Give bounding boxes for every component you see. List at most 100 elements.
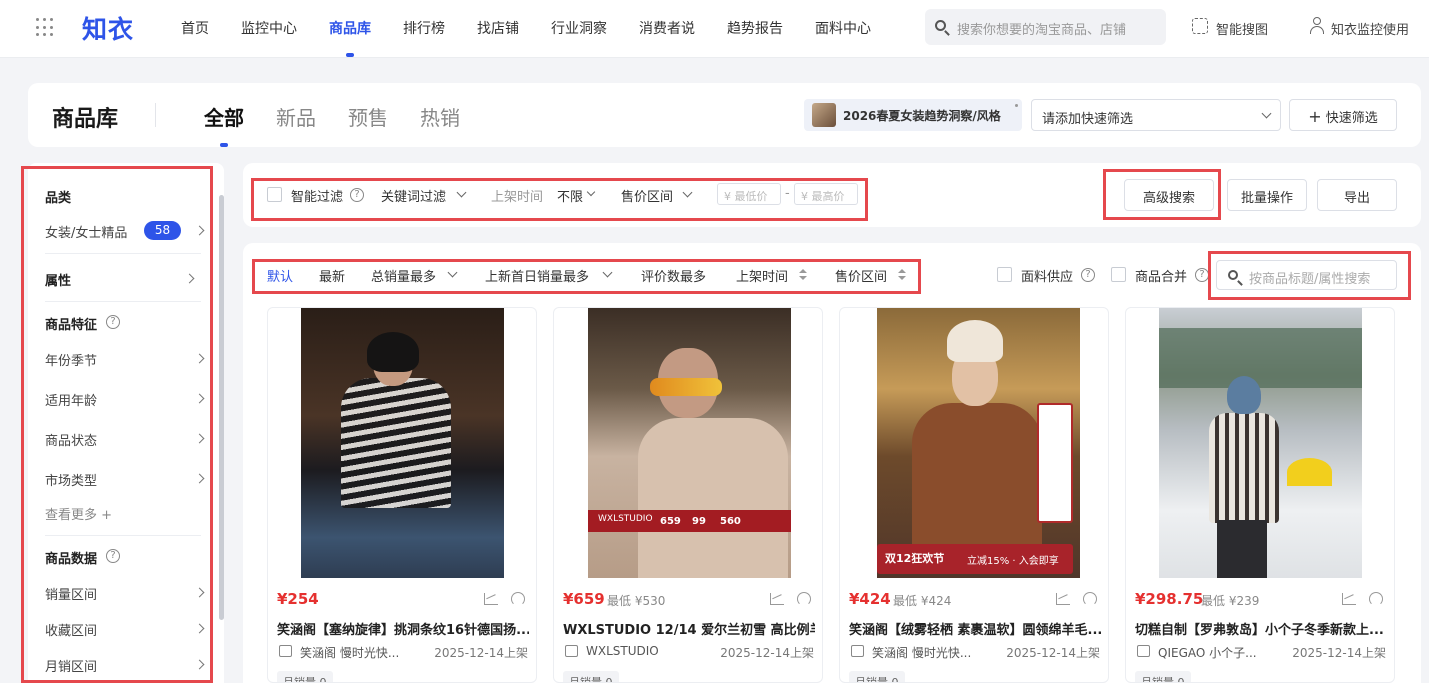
product-card[interactable]: 双12狂欢节 立减15% · 入会即享 ¥424 最低 ¥424 笑涵阁【绒雾轻… [839,307,1109,683]
user-name[interactable]: 知衣监控使用 [1331,19,1409,38]
logo[interactable]: 知衣 [82,10,134,46]
help-icon[interactable]: ? [106,549,120,563]
help-icon[interactable]: ? [106,315,120,329]
product-title[interactable]: 切糕自制【罗弗敦岛】小个子冬季新款上... [1135,619,1387,638]
product-card[interactable]: ¥254 笑涵阁【塞纳旋律】挑洞条纹16针德国扬... 笑涵阁 慢时光快... … [267,307,537,683]
image-search-icon[interactable] [1192,18,1208,34]
help-icon[interactable]: ? [350,188,364,202]
product-card[interactable]: WXLSTUDIO 659 99 560 ¥659 最低 ¥530 WXLSTU… [553,307,823,683]
apps-grid-icon[interactable] [36,18,56,38]
quick-filter-button[interactable]: + 快速筛选 [1289,99,1397,131]
sidebar-divider [45,253,201,254]
trend-chart-icon[interactable] [484,593,498,605]
global-search-placeholder: 搜索你想要的淘宝商品、店铺 [957,23,1127,38]
product-title[interactable]: WXLSTUDIO 12/14 爱尔兰初雪 高比例羊... [563,619,815,638]
sidebar-item-status[interactable]: 商品状态 [45,430,97,449]
sidebar-item-age[interactable]: 适用年龄 [45,390,97,409]
trend-chart-icon[interactable] [770,593,784,605]
trend-banner-text: 2026春夏女装趋势洞察/风格 [843,109,1001,123]
tab-all[interactable]: 全部 [204,102,244,131]
tab-new[interactable]: 新品 [276,102,316,131]
sidebar-divider [45,535,201,536]
sidebar-item-sales-range[interactable]: 销量区间 [45,584,97,603]
product-image[interactable] [1159,308,1362,578]
search-icon [1228,270,1238,280]
sort-default[interactable]: 默认 [267,266,293,285]
gauge-icon[interactable] [797,592,811,606]
nav-fabric-center[interactable]: 面料中心 [815,18,871,38]
shop-name[interactable]: QIEGAO 小个子... [1158,644,1257,661]
global-search-input[interactable]: 搜索你想要的淘宝商品、店铺 [925,9,1166,45]
sidebar-item-year-season[interactable]: 年份季节 [45,350,97,369]
price-range-dropdown[interactable]: 售价区间 [621,186,673,205]
sidebar-item-monthly-range[interactable]: 月销区间 [45,656,97,675]
max-price-input[interactable]: ¥ 最高价 [794,183,858,205]
trend-banner[interactable]: 2026春夏女装趋势洞察/风格 [804,99,1022,131]
fabric-supply-checkbox[interactable] [997,267,1012,282]
sort-newest[interactable]: 最新 [319,266,345,285]
listing-date: 2025-12-14上架 [434,646,528,660]
product-search-input[interactable]: 按商品标题/属性搜索 [1216,260,1397,290]
smart-filter-checkbox[interactable] [267,187,282,202]
product-price: ¥254 [277,590,319,608]
sidebar-scrollbar[interactable] [219,195,224,620]
advanced-search-button[interactable]: 高级搜索 [1124,179,1214,211]
min-price-input[interactable]: ¥ 最低价 [717,183,781,205]
sort-total-sales[interactable]: 总销量最多 [371,266,436,285]
nav-monitor[interactable]: 监控中心 [241,18,297,38]
product-image[interactable] [301,308,504,578]
sidebar-item-fav-range[interactable]: 收藏区间 [45,620,97,639]
keyword-filter-dropdown[interactable]: 关键词过滤 [381,186,446,205]
help-icon[interactable]: ? [1081,268,1095,282]
nav-home[interactable]: 首页 [181,18,209,38]
filter-sidebar [28,163,224,683]
monthly-sales: 月销量 0 [277,671,333,682]
sort-price-range[interactable]: 售价区间 [835,266,887,285]
quick-filter-select[interactable]: 请添加快速筛选 [1031,99,1281,131]
nav-active-indicator [346,53,354,57]
overlay-brand: WXLSTUDIO [598,514,653,524]
help-icon[interactable]: ? [1195,268,1209,282]
header-divider [155,103,156,127]
shop-name[interactable]: 笑涵阁 慢时光快... [300,644,399,661]
merge-label: 商品合并 [1135,270,1188,285]
product-title[interactable]: 笑涵阁【绒雾轻栖 素裹温软】圆领绵羊毛... [849,619,1101,638]
product-image[interactable]: WXLSTUDIO 659 99 560 [588,308,791,578]
tab-hot[interactable]: 热销 [420,102,460,131]
tab-presale[interactable]: 预售 [348,102,388,131]
batch-operation-button[interactable]: 批量操作 [1227,179,1307,211]
nav-trend-report[interactable]: 趋势报告 [727,18,783,38]
shop-name[interactable]: 笑涵阁 慢时光快... [872,644,971,661]
nav-consumer[interactable]: 消费者说 [639,18,695,38]
gauge-icon[interactable] [511,592,525,606]
product-card[interactable]: ¥298.75 最低 ¥239 切糕自制【罗弗敦岛】小个子冬季新款上... QI… [1125,307,1395,683]
nav-ranking[interactable]: 排行榜 [403,18,445,38]
sort-arrows-icon [898,269,906,281]
gauge-icon[interactable] [1083,592,1097,606]
product-title[interactable]: 笑涵阁【塞纳旋律】挑洞条纹16针德国扬... [277,619,529,638]
image-search-link[interactable]: 智能搜图 [1216,19,1268,38]
product-image[interactable]: 双12狂欢节 立减15% · 入会即享 [877,308,1080,578]
sort-first-day-sales[interactable]: 上新首日销量最多 [485,266,589,285]
shop-name[interactable]: WXLSTUDIO [586,644,659,658]
more-dots-icon[interactable] [1015,104,1018,107]
trend-chart-icon[interactable] [1342,593,1356,605]
export-button[interactable]: 导出 [1317,179,1397,211]
merge-checkbox[interactable] [1111,267,1126,282]
nav-product-library[interactable]: 商品库 [329,18,371,38]
overlay-value: 659 [660,516,681,527]
overlay-promo: 双12狂欢节 [885,552,945,565]
user-icon[interactable] [1309,17,1325,34]
sidebar-attributes[interactable]: 属性 [45,270,71,289]
gauge-icon[interactable] [1369,592,1383,606]
sort-reviews[interactable]: 评价数最多 [641,266,706,285]
trend-chart-icon[interactable] [1056,593,1070,605]
listing-time-dropdown[interactable]: 不限 [557,186,583,205]
sidebar-see-more[interactable]: 查看更多 + [45,504,112,523]
sort-listing-time[interactable]: 上架时间 [736,266,788,285]
shop-icon [279,645,292,657]
sidebar-item-market[interactable]: 市场类型 [45,470,97,489]
sidebar-item-womenswear[interactable]: 女装/女士精品 [45,222,127,241]
nav-industry-insight[interactable]: 行业洞察 [551,18,607,38]
nav-find-shop[interactable]: 找店铺 [477,18,519,38]
